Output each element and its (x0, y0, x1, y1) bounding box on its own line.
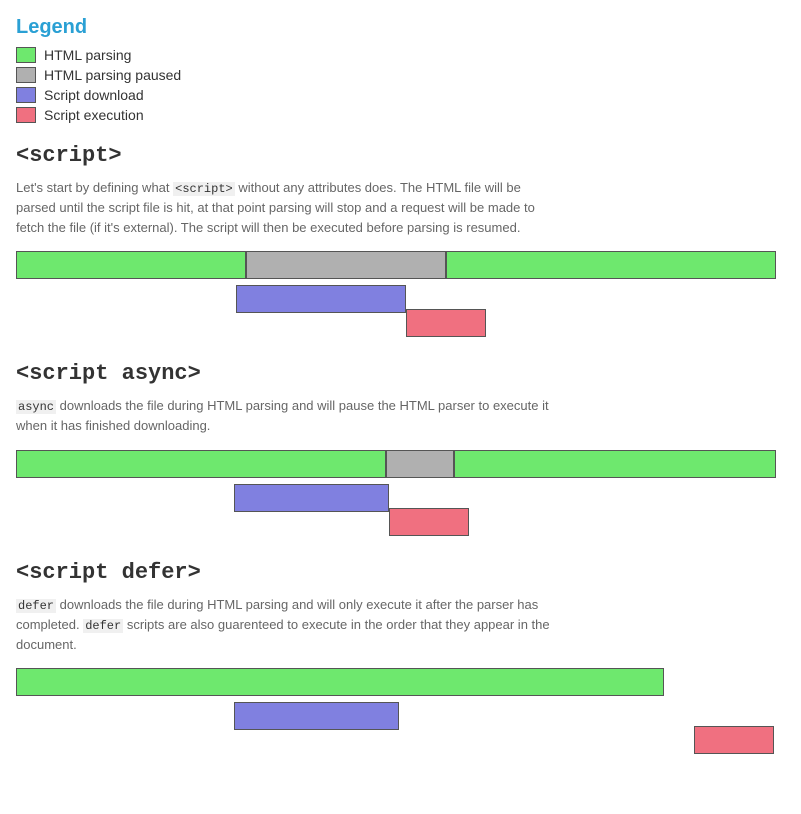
legend-item-script-download: Script download (16, 87, 785, 103)
html-parsing-label: HTML parsing (44, 47, 131, 63)
html-paused-label: HTML parsing paused (44, 67, 181, 83)
legend-title: Legend (16, 16, 785, 39)
legend-item-html-parsing: HTML parsing (16, 47, 785, 63)
section-script-defer: <script defer> defer downloads the file … (16, 560, 785, 759)
code-async: async (16, 400, 56, 414)
bar-async-green2 (454, 450, 776, 478)
code-script: <script> (173, 182, 235, 196)
script-execution-color (16, 107, 36, 123)
bar-async-green1 (16, 450, 386, 478)
section-script-desc: Let's start by defining what <script> wi… (16, 178, 556, 237)
diagram-async (16, 450, 776, 540)
bar-script-purple (236, 285, 406, 313)
bar-script-gray (246, 251, 446, 279)
section-defer-desc: defer downloads the file during HTML par… (16, 595, 556, 655)
section-async-desc: async downloads the file during HTML par… (16, 396, 556, 436)
diagram-defer (16, 668, 776, 758)
section-script: <script> Let's start by defining what <s… (16, 143, 785, 341)
code-defer1: defer (16, 599, 56, 613)
section-script-async: <script async> async downloads the file … (16, 361, 785, 540)
bar-async-pink (389, 508, 469, 536)
legend-items: HTML parsing HTML parsing paused Script … (16, 47, 785, 123)
script-download-label: Script download (44, 87, 144, 103)
bar-defer-green1 (16, 668, 664, 696)
bar-async-gray (386, 450, 454, 478)
legend-section: Legend HTML parsing HTML parsing paused … (16, 16, 785, 123)
bar-script-green1 (16, 251, 246, 279)
section-script-heading: <script> (16, 143, 785, 168)
html-parsing-color (16, 47, 36, 63)
legend-item-script-execution: Script execution (16, 107, 785, 123)
script-execution-label: Script execution (44, 107, 144, 123)
script-download-color (16, 87, 36, 103)
code-defer2: defer (83, 619, 123, 633)
diagram-script (16, 251, 776, 341)
bar-async-purple (234, 484, 389, 512)
legend-item-html-paused: HTML parsing paused (16, 67, 785, 83)
bar-defer-pink (694, 726, 774, 754)
bar-script-pink (406, 309, 486, 337)
section-async-heading: <script async> (16, 361, 785, 386)
html-paused-color (16, 67, 36, 83)
bar-script-green2 (446, 251, 776, 279)
section-defer-heading: <script defer> (16, 560, 785, 585)
bar-defer-purple (234, 702, 399, 730)
